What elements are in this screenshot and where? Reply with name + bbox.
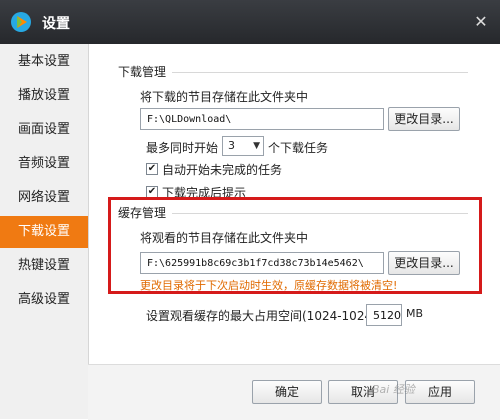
- annotation-highlight-box: [108, 197, 482, 294]
- sidebar-item-video[interactable]: 画面设置: [0, 114, 88, 146]
- app-logo-icon: [11, 12, 31, 32]
- cache-max-size-input[interactable]: 5120: [366, 304, 402, 326]
- download-section-title: 下载管理: [118, 63, 173, 80]
- cache-max-size-label: 设置观看缓存的最大占用空间(1024-10240): [146, 309, 385, 323]
- max-download-prefix: 最多同时开始: [146, 141, 219, 155]
- sidebar-item-playback[interactable]: 播放设置: [0, 80, 88, 112]
- max-download-value: 3: [228, 139, 235, 152]
- download-folder-label: 将下载的节目存储在此文件夹中: [140, 90, 309, 104]
- sidebar-item-hotkey[interactable]: 热键设置: [0, 250, 88, 282]
- close-icon[interactable]: ✕: [468, 9, 494, 35]
- auto-start-label: 自动开始未完成的任务: [162, 163, 283, 177]
- chevron-down-icon: ▼: [253, 141, 260, 151]
- max-download-suffix: 个下载任务: [268, 141, 329, 155]
- cancel-button[interactable]: 取消: [328, 380, 398, 404]
- sidebar-item-download[interactable]: 下载设置: [0, 216, 88, 248]
- download-folder-input[interactable]: F:\QLDownload\: [140, 108, 384, 130]
- max-download-select[interactable]: 3 ▼: [222, 136, 264, 156]
- settings-sidebar: 基本设置 播放设置 画面设置 音频设置 网络设置 下载设置 热键设置 高级设置: [0, 44, 89, 419]
- auto-start-checkbox[interactable]: ✔: [146, 163, 158, 175]
- title-bar: 设置 ✕: [0, 0, 500, 44]
- sidebar-item-network[interactable]: 网络设置: [0, 182, 88, 214]
- ok-button[interactable]: 确定: [252, 380, 322, 404]
- window-title: 设置: [42, 16, 70, 32]
- download-change-dir-button[interactable]: 更改目录...: [388, 107, 460, 131]
- sidebar-item-advanced[interactable]: 高级设置: [0, 284, 88, 316]
- sidebar-item-basic[interactable]: 基本设置: [0, 46, 88, 78]
- apply-button[interactable]: 应用: [405, 380, 475, 404]
- cache-max-size-unit: MB: [406, 307, 424, 320]
- sidebar-item-audio[interactable]: 音频设置: [0, 148, 88, 180]
